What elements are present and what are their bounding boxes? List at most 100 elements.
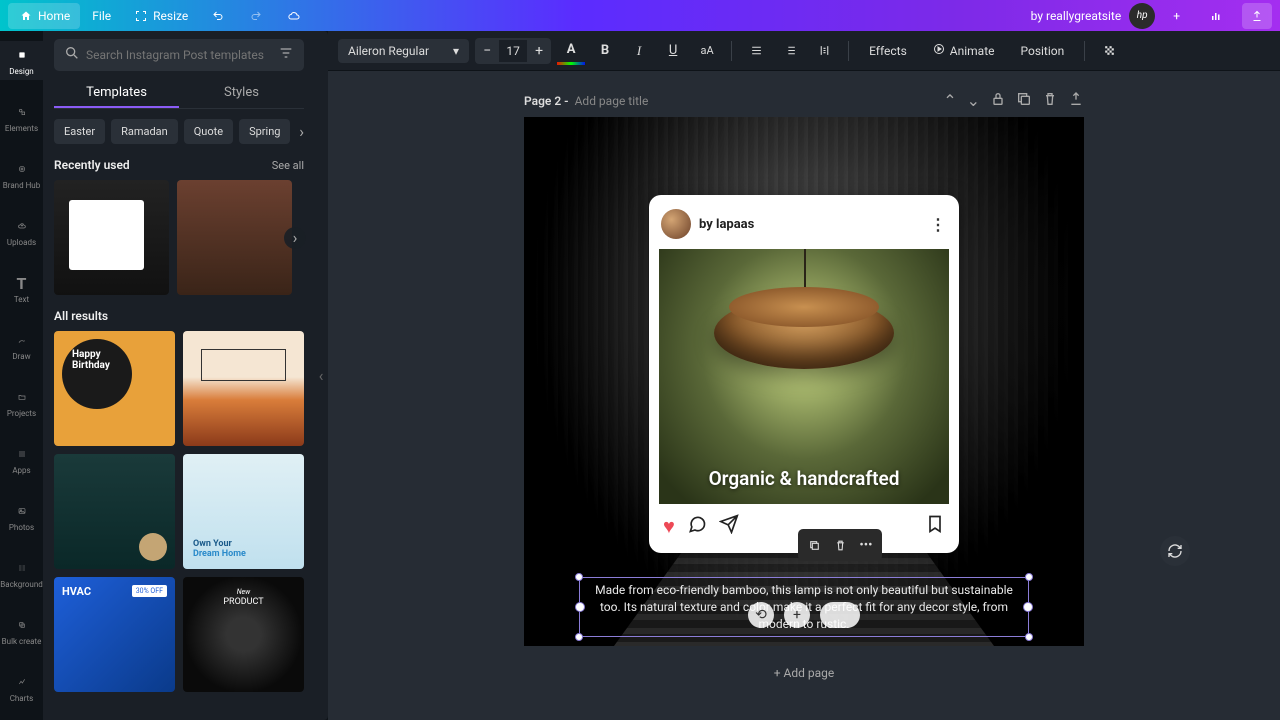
font-size-increase[interactable]: + [527,38,551,64]
template-thumbnail[interactable] [54,454,175,569]
plus-icon: + [1173,9,1180,23]
file-button[interactable]: File [82,4,121,28]
template-thumbnail[interactable] [177,180,292,295]
rail-bulkcreate[interactable]: Bulk create [0,611,43,650]
template-thumbnail[interactable] [54,180,169,295]
page-collapse-down[interactable]: ⌄ [967,91,980,111]
send-icon[interactable] [719,514,739,539]
search-icon [64,45,80,65]
text-color-button[interactable]: A [557,37,585,65]
ig-more-icon[interactable]: ⋮ [930,215,947,234]
background-icon [12,558,32,578]
font-size-value[interactable]: 17 [499,40,527,62]
duplicate-button[interactable] [802,533,826,557]
charts-icon [12,672,32,692]
rail-projects[interactable]: Projects [0,383,43,422]
rotate-button[interactable]: ⟲ [748,602,774,628]
instagram-card[interactable]: by lapaas ⋮ Organic & handcrafted ♥ [649,195,959,553]
zoom-slider[interactable] [820,602,860,628]
redo-icon [248,8,264,24]
photos-icon [12,501,32,521]
page-collapse-up[interactable]: ⌃ [943,91,956,111]
rail-apps[interactable]: Apps [0,440,43,479]
resize-handle[interactable] [1025,573,1033,581]
rail-text[interactable]: TText [0,269,43,308]
ig-post-image: Organic & handcrafted [659,249,949,504]
side-rail: Design Elements Brand Hub Uploads TText … [0,31,44,720]
ig-avatar [661,209,691,239]
spacing-button[interactable] [810,37,838,65]
rail-charts[interactable]: Charts [0,668,43,707]
search-input[interactable] [86,48,272,62]
template-thumbnail[interactable]: HVAC30% OFF [54,577,175,692]
comment-icon[interactable] [687,514,707,539]
add-page-button[interactable]: + Add page [774,646,835,700]
uploads-icon [12,216,32,236]
more-options-button[interactable]: ••• [854,533,878,557]
chip-spring[interactable]: Spring [239,119,290,144]
panel-tabs: Templates Styles [54,79,304,109]
page-lock-button[interactable] [990,91,1006,111]
case-button[interactable]: aA [693,37,721,65]
regenerate-button[interactable] [1160,536,1190,566]
add-element-button[interactable]: + [784,602,810,628]
page-delete-button[interactable] [1042,91,1058,111]
bold-button[interactable]: B [591,37,619,65]
page-title-input[interactable]: Add page title [575,94,649,108]
thumb-next-button[interactable]: › [284,227,306,249]
chart-icon [1208,8,1224,24]
tab-styles[interactable]: Styles [179,79,304,108]
chip-quote[interactable]: Quote [184,119,233,144]
panel-collapse-button[interactable]: ‹ [314,31,328,720]
rail-design[interactable]: Design [0,41,43,80]
all-results-heading: All results [54,309,108,323]
animate-button[interactable]: Animate [923,38,1005,63]
rail-background[interactable]: Background [0,554,43,593]
resize-button[interactable]: Resize [123,3,198,29]
transparency-button[interactable] [1095,37,1123,65]
share-button[interactable] [1242,3,1272,29]
bulkcreate-icon [12,615,32,635]
home-button[interactable]: Home [8,3,80,29]
template-thumbnail[interactable]: Own YourDream Home [183,454,304,569]
chips-next-button[interactable]: › [295,118,308,145]
text-toolbar: Aileron Regular ▾ − 17 + A B I U aA Effe… [328,31,1280,71]
bookmark-icon[interactable] [925,514,945,539]
insights-button[interactable] [1198,3,1234,29]
position-button[interactable]: Position [1010,39,1074,63]
chip-easter[interactable]: Easter [54,119,105,144]
rail-elements[interactable]: Elements [0,98,43,137]
undo-button[interactable] [200,3,236,29]
italic-button[interactable]: I [625,37,653,65]
rail-photos[interactable]: Photos [0,497,43,536]
tab-templates[interactable]: Templates [54,79,179,108]
font-size-decrease[interactable]: − [475,38,499,64]
align-button[interactable] [742,37,770,65]
cloud-sync-button[interactable] [276,3,312,29]
page-export-button[interactable] [1068,91,1084,111]
rail-draw[interactable]: Draw [0,326,43,365]
effects-button[interactable]: Effects [859,39,917,63]
rail-brandhub[interactable]: Brand Hub [0,155,43,194]
canvas-area: Aileron Regular ▾ − 17 + A B I U aA Effe… [328,31,1280,720]
redo-button[interactable] [238,3,274,29]
filter-button[interactable] [278,45,294,65]
rail-uploads[interactable]: Uploads [0,212,43,251]
chip-ramadan[interactable]: Ramadan [111,119,178,144]
add-member-button[interactable]: + [1163,4,1190,28]
see-all-link[interactable]: See all [272,159,304,172]
template-thumbnail[interactable]: NewPRODUCT [183,577,304,692]
projects-icon [12,387,32,407]
heart-icon[interactable]: ♥ [663,514,675,539]
template-thumbnail[interactable] [183,331,304,446]
delete-button[interactable] [828,533,852,557]
template-thumbnail[interactable]: HappyBirthday [54,331,175,446]
design-canvas[interactable]: by lapaas ⋮ Organic & handcrafted ♥ [524,117,1084,646]
list-button[interactable] [776,37,804,65]
underline-button[interactable]: U [659,37,687,65]
font-family-select[interactable]: Aileron Regular ▾ [338,39,469,63]
font-size-control: − 17 + [475,38,551,64]
page-duplicate-button[interactable] [1016,91,1032,111]
resize-handle[interactable] [575,573,583,581]
user-avatar[interactable]: hp [1129,3,1155,29]
